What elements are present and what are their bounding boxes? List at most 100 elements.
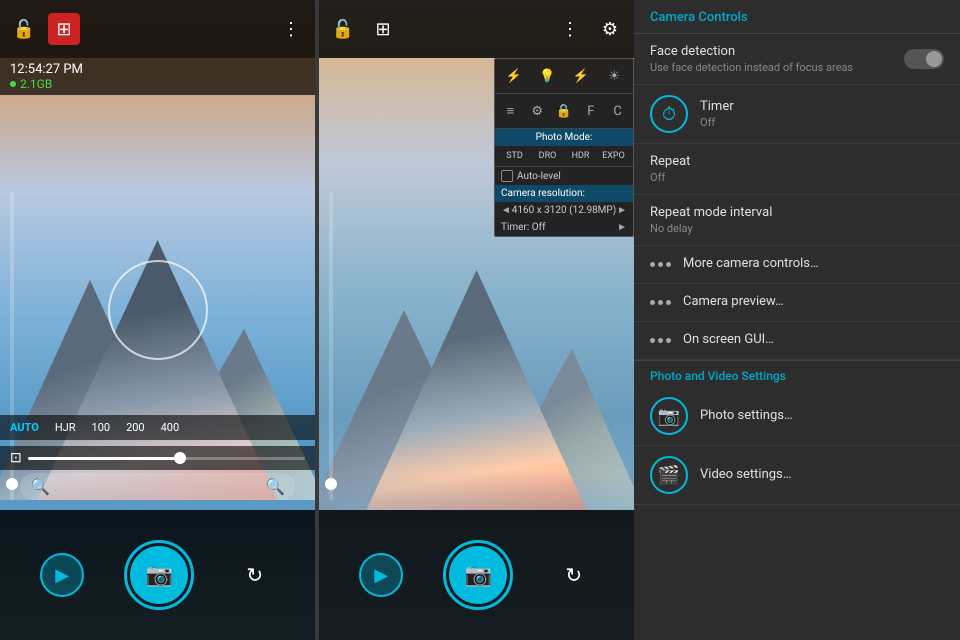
mode-hdr[interactable]: HDR — [565, 149, 596, 163]
bottom-controls: ▶ 📷 ↻ — [0, 510, 315, 640]
face-detection-toggle[interactable] — [904, 49, 944, 69]
middle-vertical-slider[interactable] — [329, 192, 333, 500]
dd-icon-letter[interactable]: F — [579, 99, 602, 123]
camera-resolution-label: Camera resolution: — [495, 185, 633, 202]
iso-auto-label[interactable]: AUTO — [10, 421, 39, 434]
video-settings-icon-circle: 🎬 — [650, 456, 688, 494]
more-camera-dots-icon — [650, 262, 671, 267]
dd-icon-lock[interactable]: 🔒 — [553, 99, 576, 123]
mode-std[interactable]: STD — [499, 149, 530, 163]
middle-exposure-icon[interactable]: ⊞ — [367, 13, 399, 45]
on-screen-dots-icon — [650, 338, 671, 343]
video-settings-item[interactable]: 🎬 Video settings… — [634, 446, 960, 505]
repeat-interval-content: Repeat mode interval No delay — [650, 205, 944, 235]
iso-hjr-label[interactable]: HJR — [55, 421, 76, 434]
photo-video-section-header: Photo and Video Settings — [634, 360, 960, 387]
top-bar: 🔓 ⊞ ⋮ — [0, 0, 315, 58]
middle-capture-button[interactable]: 📷 — [443, 540, 513, 610]
iso-400-label[interactable]: 400 — [161, 421, 180, 434]
dd-icon-flash3[interactable]: ⚡ — [566, 64, 596, 88]
more-options-icon[interactable]: ⋮ — [275, 13, 307, 45]
video-settings-icon: 🎬 — [658, 465, 680, 486]
more-camera-content: More camera controls… — [683, 256, 944, 273]
photo-settings-title: Photo settings… — [700, 408, 944, 423]
dot6 — [666, 300, 671, 305]
zoom-in-icon[interactable]: 🔍 — [265, 477, 285, 496]
auto-level-label: Auto-level — [517, 171, 561, 182]
middle-settings-icon[interactable]: ⚙ — [594, 13, 626, 45]
iso-100-label[interactable]: 100 — [92, 421, 111, 434]
dd-icon-gear[interactable]: ⚙ — [526, 99, 549, 123]
camera-flip-button[interactable]: ↻ — [235, 555, 275, 595]
middle-lock-icon[interactable]: 🔓 — [327, 13, 359, 45]
resolution-value-row[interactable]: ◄ 4160 x 3120 (12.98MP) ► — [495, 202, 633, 219]
exposure-slider-fill — [28, 457, 180, 460]
dot1 — [650, 262, 655, 267]
capture-button[interactable]: 📷 — [124, 540, 194, 610]
auto-level-row[interactable]: Auto-level — [495, 167, 633, 185]
capture-button-inner: 📷 — [130, 546, 188, 604]
timer-label: Timer: Off — [501, 222, 546, 233]
iso-200-label[interactable]: 200 — [126, 421, 145, 434]
resolution-left-arrow: ◄ — [501, 205, 511, 216]
middle-vertical-thumb — [325, 478, 337, 490]
exposure-minus-icon: ⊡ — [10, 450, 22, 466]
face-detection-item[interactable]: Face detection Use face detection instea… — [634, 34, 960, 85]
dot4 — [650, 300, 655, 305]
camera-preview-item[interactable]: Camera preview… — [634, 284, 960, 322]
dd-icon-c[interactable]: C — [606, 99, 629, 123]
toggle-thumb — [926, 51, 942, 67]
photo-mode-label: Photo Mode: — [495, 129, 633, 146]
dot5 — [658, 300, 663, 305]
exposure-slider-thumb — [174, 452, 186, 464]
mode-dro[interactable]: DRO — [532, 149, 563, 163]
face-detection-title: Face detection — [650, 44, 892, 59]
more-camera-controls-item[interactable]: More camera controls… — [634, 246, 960, 284]
dropdown-icons-row: ⚡ 💡 ⚡ ☀ — [495, 59, 633, 94]
middle-video-button[interactable]: ▶ — [359, 553, 403, 597]
middle-bottom-controls: ▶ 📷 ↻ — [319, 510, 634, 640]
dot7 — [650, 338, 655, 343]
settings-panel: Camera Controls Face detection Use face … — [634, 0, 960, 640]
photo-settings-item[interactable]: 📷 Photo settings… — [634, 387, 960, 446]
video-button[interactable]: ▶ — [40, 553, 84, 597]
time-display: 12:54:27 PM — [10, 62, 305, 77]
timer-row[interactable]: Timer: Off ► — [495, 219, 633, 236]
photo-mode-options: STD DRO HDR EXPO — [495, 146, 633, 167]
photo-settings-icon-circle: 📷 — [650, 397, 688, 435]
middle-camera-flip-button[interactable]: ↻ — [554, 555, 594, 595]
exposure-slider-row: ⊡ — [0, 446, 315, 470]
camera-preview-dots-icon — [650, 300, 671, 305]
auto-level-checkbox[interactable] — [501, 170, 513, 182]
video-settings-title: Video settings… — [700, 467, 944, 482]
timer-subtitle: Off — [700, 116, 944, 129]
lock-icon[interactable]: 🔓 — [8, 13, 40, 45]
mode-expo[interactable]: EXPO — [598, 149, 629, 163]
timer-icon: ⏱ — [662, 104, 676, 125]
resolution-value: 4160 x 3120 (12.98MP) — [512, 205, 616, 216]
dd-icon-white[interactable]: ☀ — [600, 64, 630, 88]
dd-icon-set1[interactable]: ≡ — [499, 99, 522, 123]
dd-icon-flash2[interactable]: 💡 — [533, 64, 563, 88]
timer-arrow: ► — [617, 222, 627, 233]
exposure-slider-track[interactable] — [28, 457, 305, 460]
on-screen-gui-content: On screen GUI… — [683, 332, 944, 349]
on-screen-gui-item[interactable]: On screen GUI… — [634, 322, 960, 360]
timer-content: Timer Off — [700, 99, 944, 129]
zoom-out-icon[interactable]: 🔍 — [30, 477, 50, 496]
iso-bar: AUTO HJR 100 200 400 — [0, 415, 315, 440]
on-screen-gui-title: On screen GUI… — [683, 332, 944, 347]
repeat-item[interactable]: Repeat Off — [634, 144, 960, 195]
middle-more-icon[interactable]: ⋮ — [554, 13, 586, 45]
dropdown-menu: ⚡ 💡 ⚡ ☀ ≡ ⚙ 🔒 F C Photo Mode: STD DRO HD… — [494, 58, 634, 237]
timer-item[interactable]: ⏱ Timer Off — [634, 85, 960, 144]
dd-icon-flash[interactable]: ⚡ — [499, 64, 529, 88]
repeat-title: Repeat — [650, 154, 944, 169]
middle-capture-inner: 📷 — [449, 546, 507, 604]
exposure-icon[interactable]: ⊞ — [48, 13, 80, 45]
vertical-slider-thumb — [6, 478, 18, 490]
repeat-interval-item[interactable]: Repeat mode interval No delay — [634, 195, 960, 246]
video-settings-content: Video settings… — [700, 467, 944, 484]
left-phone-panel: 🔓 ⊞ ⋮ 12:54:27 PM 2.1GB AUTO HJR 100 200… — [0, 0, 315, 640]
repeat-subtitle: Off — [650, 171, 944, 184]
